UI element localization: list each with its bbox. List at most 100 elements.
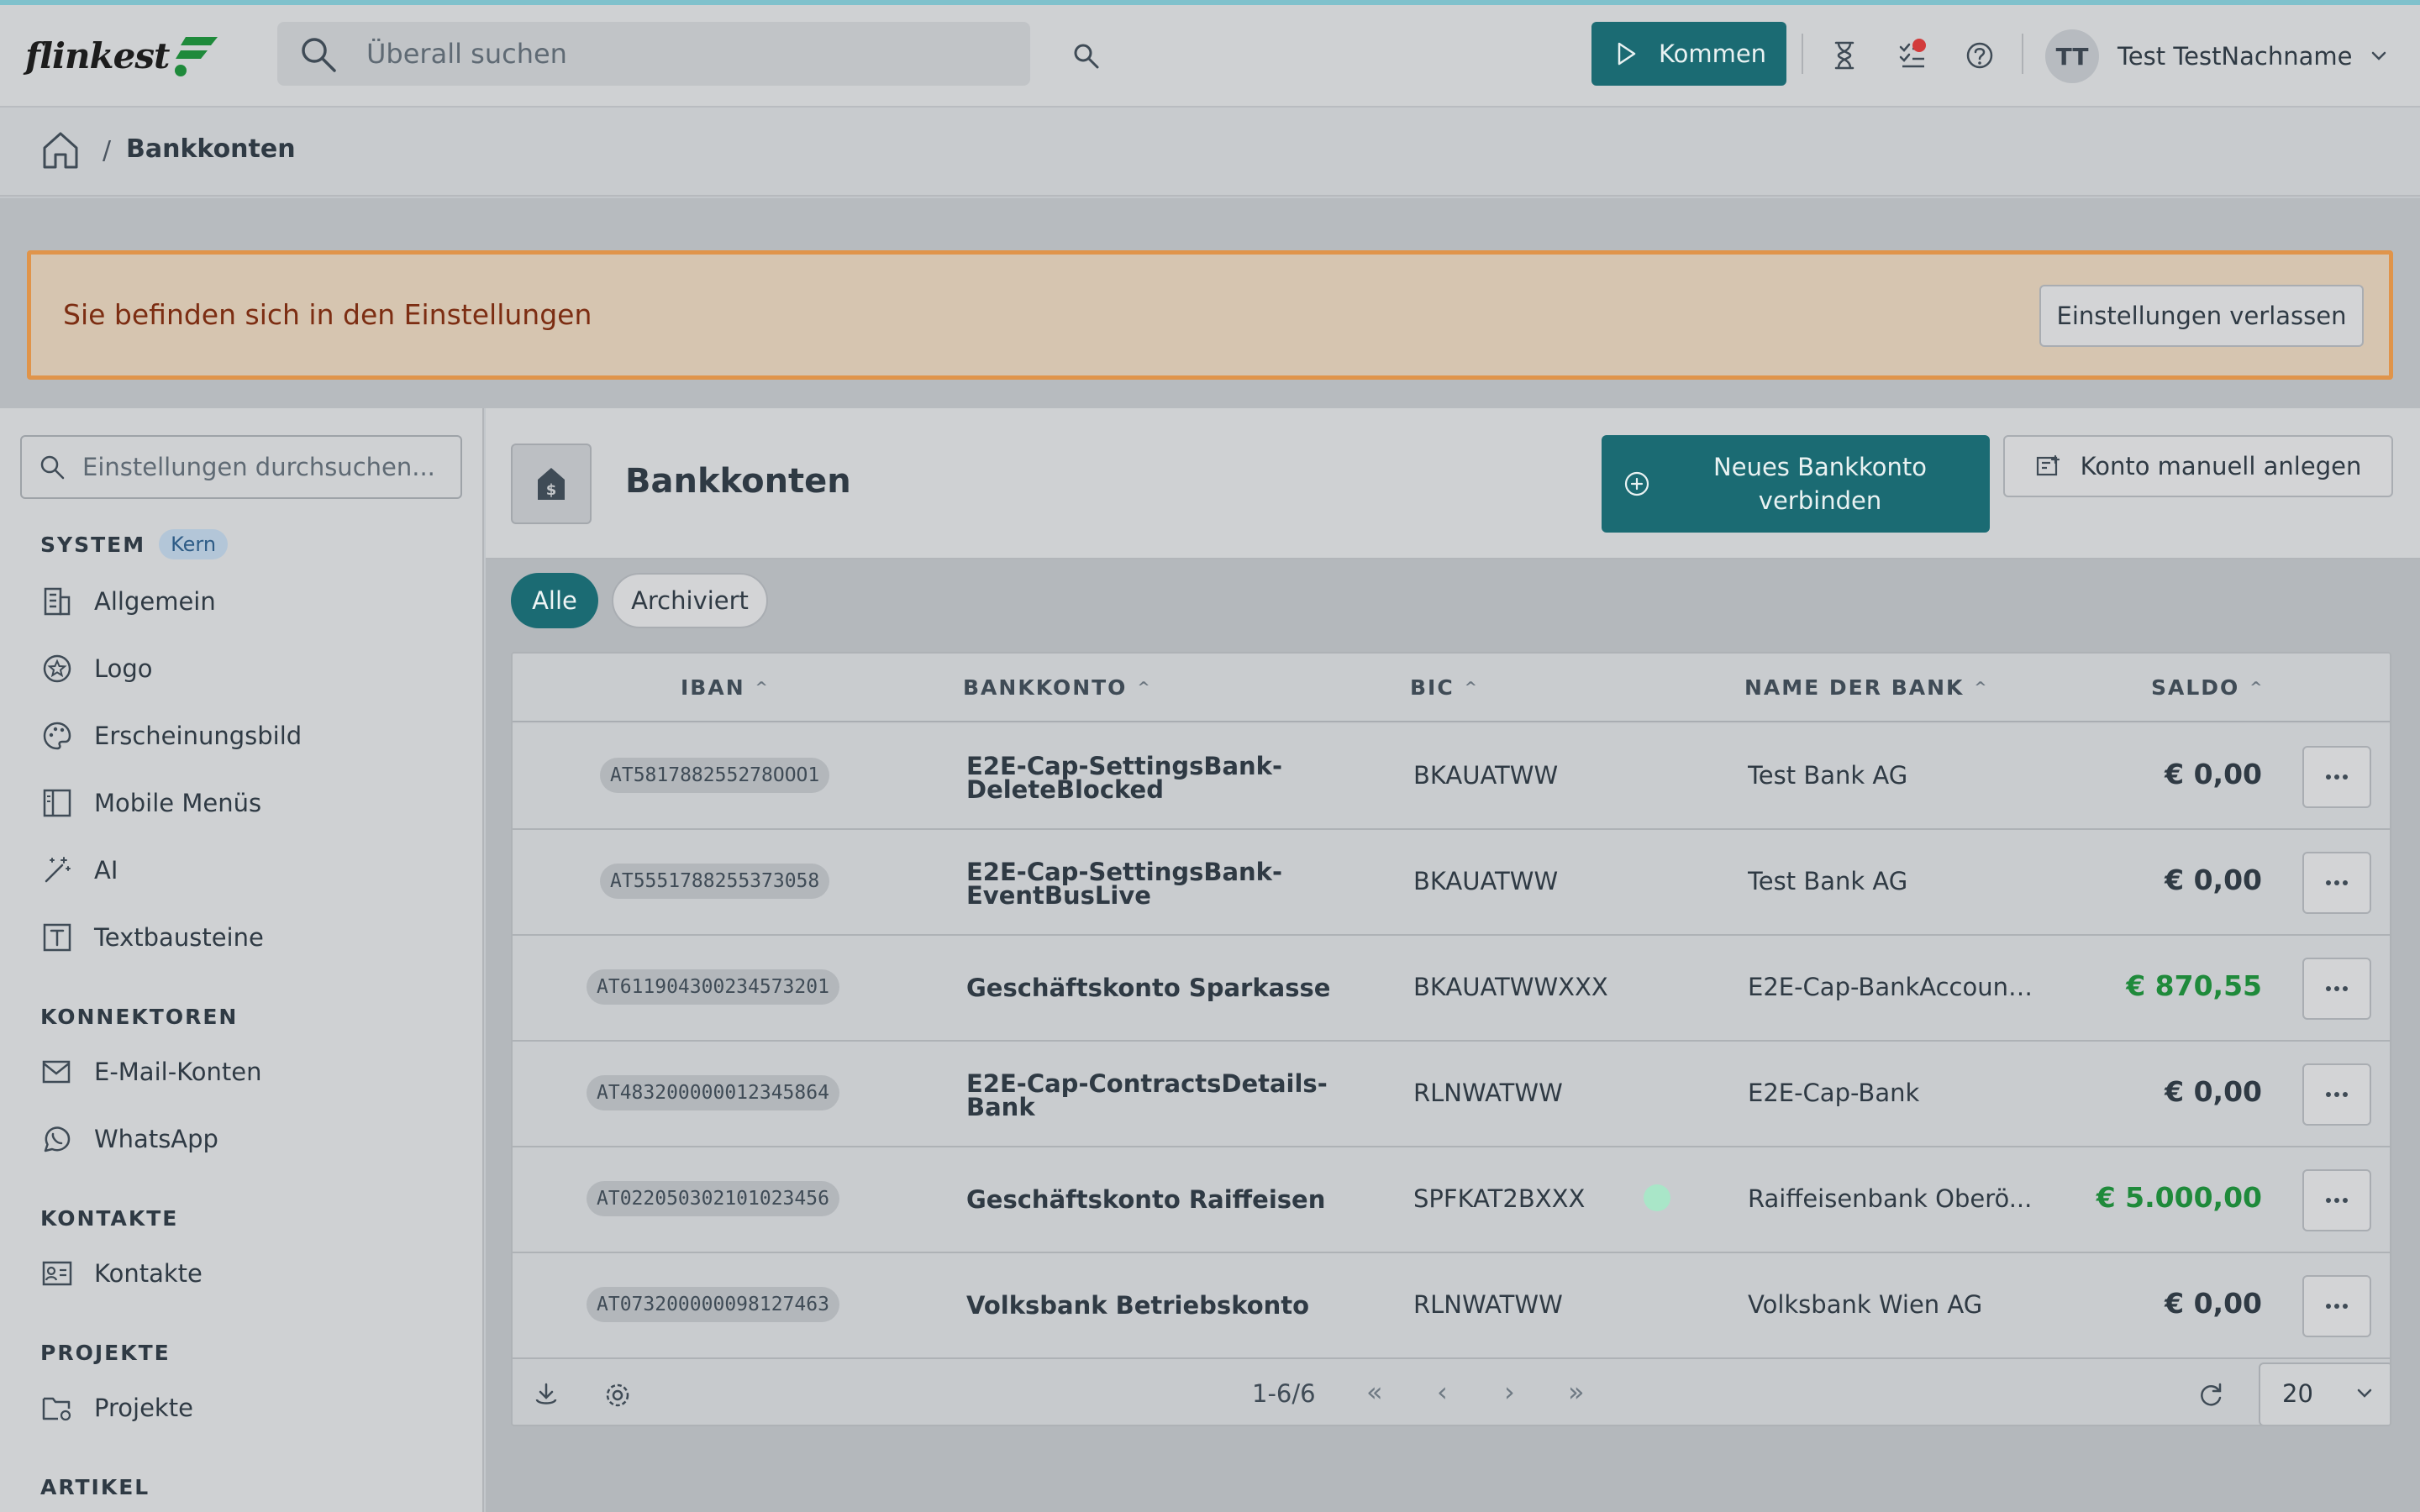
tab-archiviert[interactable]: Archiviert (612, 573, 768, 628)
iban-chip: AT581788255278OOO1 (600, 758, 830, 793)
connect-bank-account-label: Neues Bankkonto verbinden (1713, 453, 1927, 515)
row-actions-button[interactable] (2302, 1275, 2371, 1337)
bank-tag-icon: $ (511, 444, 592, 524)
logo-mark-icon (175, 37, 218, 76)
sidebar-item-label: Logo (94, 654, 153, 683)
last-page-button[interactable]: » (1568, 1376, 1585, 1408)
sidebar-item-email-konten[interactable]: E-Mail-Konten (40, 1053, 261, 1090)
sidebar-item-logo[interactable]: Logo (40, 650, 153, 687)
sidebar-item-whatsapp[interactable]: WhatsApp (40, 1121, 218, 1158)
section-artikel: ARTIKEL (40, 1475, 150, 1499)
table-row[interactable]: AT5551788255373058 E2E-Cap-SettingsBank-… (513, 830, 2390, 936)
sort-arrow-icon: ^ (1464, 679, 1479, 696)
sidebar-item-label: Projekte (94, 1394, 193, 1422)
leave-settings-button[interactable]: Einstellungen verlassen (2039, 285, 2364, 347)
column-header-saldo[interactable]: SALDO ^ (2151, 675, 2264, 700)
sidebar-item-label: E-Mail-Konten (94, 1058, 262, 1086)
whatsapp-icon (40, 1122, 74, 1156)
brand-logo[interactable]: flinkest (25, 30, 221, 81)
bank-name: E2E-Cap-Bank (1748, 1079, 1920, 1107)
iban-chip: AT073200000098127463 (587, 1287, 839, 1322)
sort-arrow-icon: ^ (1137, 679, 1152, 696)
connect-bank-account-button[interactable]: Neues Bankkonto verbinden (1602, 435, 1990, 533)
create-account-manually-button[interactable]: Konto manuell anlegen (2003, 435, 2393, 497)
table-footer: 1-6/6 « ‹ › » 20 (513, 1361, 2390, 1425)
sidebar-item-mobile-menus[interactable]: Mobile Menüs (40, 785, 261, 822)
table-row[interactable]: AT581788255278OOO1 E2E-Cap-SettingsBank-… (513, 724, 2390, 830)
settings-search[interactable] (20, 435, 462, 499)
kommen-button[interactable]: Kommen (1591, 22, 1786, 86)
column-header-bic[interactable]: BIC ^ (1410, 675, 1479, 700)
table-row[interactable]: AT483200000012345864 E2E-Cap-ContractsDe… (513, 1042, 2390, 1147)
first-page-button[interactable]: « (1366, 1376, 1383, 1408)
more-horizontal-icon (2326, 1092, 2348, 1097)
bank-accounts-table: IBAN ^ BANKKONTO ^ BIC ^ NAME DER BANK ^ SAL… (511, 652, 2391, 1426)
sidebar-item-allgemein[interactable]: Allgemein (40, 583, 216, 620)
bank-account-name: E2E-Cap-ContractsDetails-Bank (966, 1069, 1328, 1121)
main-content: $ Bankkonten Neues Bankkonto verbinden K… (486, 408, 2420, 1512)
table-row[interactable]: AT022050302101023456 Geschäftskonto Raif… (513, 1147, 2390, 1253)
sidebar-item-label: Erscheinungsbild (94, 722, 302, 750)
sidebar-item-erscheinungsbild[interactable]: Erscheinungsbild (40, 717, 302, 754)
tab-alle[interactable]: Alle (511, 573, 598, 628)
settings-banner: Sie befinden sich in den Einstellungen E… (27, 250, 2393, 380)
column-header-bank-name[interactable]: NAME DER BANK ^ (1744, 675, 1989, 700)
saldo-value: € 5.000,00 (2096, 1181, 2262, 1214)
header-divider (1802, 34, 1803, 74)
refresh-icon[interactable] (2196, 1381, 2225, 1410)
column-header-bankkonto[interactable]: BANKKONTO ^ (963, 675, 1152, 700)
sidebar-item-label: AI (94, 856, 118, 885)
header-divider (2022, 34, 2023, 74)
global-search-input[interactable] (366, 22, 1005, 86)
sidebar-item-label: Kontakte (94, 1259, 203, 1288)
sidebar-item-ai[interactable]: AI (40, 852, 118, 889)
prev-page-button[interactable]: ‹ (1437, 1376, 1448, 1408)
settings-search-input[interactable] (82, 437, 452, 497)
sidebar-item-label: Mobile Menüs (94, 789, 262, 817)
bank-account-name: Geschäftskonto Sparkasse (966, 974, 1331, 1002)
svg-text:$: $ (546, 481, 557, 499)
row-actions-button[interactable] (2302, 852, 2371, 914)
sidebar-item-label: Textbausteine (94, 923, 264, 952)
global-search[interactable] (277, 22, 1030, 86)
create-account-manually-label: Konto manuell anlegen (2080, 452, 2362, 480)
bic-value: BKAUATWW (1413, 867, 1559, 895)
plus-circle-icon (1624, 471, 1649, 496)
download-icon[interactable] (533, 1381, 560, 1408)
bank-name: Volksbank Wien AG (1748, 1290, 1983, 1319)
iban-chip: AT483200000012345864 (587, 1075, 839, 1110)
next-page-button[interactable]: › (1504, 1376, 1515, 1408)
table-row[interactable]: AT073200000098127463 Volksbank Betriebsk… (513, 1253, 2390, 1359)
row-actions-button[interactable] (2302, 1169, 2371, 1231)
bank-name: Test Bank AG (1748, 761, 1908, 790)
bic-value: BKAUATWW (1413, 761, 1559, 790)
sidebar-item-kontakte[interactable]: Kontakte (40, 1255, 203, 1292)
row-actions-button[interactable] (2302, 746, 2371, 808)
page-size-select[interactable]: 20 (2259, 1362, 2390, 1425)
search-submit-icon[interactable] (1072, 42, 1101, 71)
help-icon[interactable] (1965, 40, 1995, 71)
table-row[interactable]: AT611904300234573201 Geschäftskonto Spar… (513, 936, 2390, 1042)
sort-arrow-icon: ^ (1974, 679, 1989, 696)
contact-card-icon (40, 1257, 74, 1290)
sort-arrow-icon: ^ (755, 679, 770, 696)
section-title: PROJEKTE (40, 1341, 171, 1365)
section-projekte: PROJEKTE (40, 1341, 171, 1365)
manual-account-icon (2036, 454, 2060, 476)
settings-gear-icon[interactable] (603, 1381, 632, 1410)
mail-icon (40, 1055, 74, 1089)
bic-value: BKAUATWWXXX (1413, 973, 1608, 1001)
home-icon[interactable] (40, 129, 81, 171)
bank-name: E2E-Cap-BankAccount... (1748, 973, 2033, 1001)
column-header-iban[interactable]: IBAN ^ (681, 675, 770, 700)
bank-name: Test Bank AG (1748, 867, 1908, 895)
hourglass-icon[interactable] (1832, 40, 1857, 71)
settings-sidebar: SYSTEM Kern Allgemein Logo Erscheinungsb… (0, 408, 484, 1512)
user-menu[interactable]: TT Test TestNachname (2045, 27, 2387, 86)
row-actions-button[interactable] (2302, 958, 2371, 1020)
section-title: SYSTEM (40, 532, 146, 557)
sidebar-item-textbausteine[interactable]: Textbausteine (40, 919, 264, 956)
building-icon (40, 585, 74, 618)
row-actions-button[interactable] (2302, 1063, 2371, 1126)
sidebar-item-projekte[interactable]: Projekte (40, 1389, 193, 1426)
